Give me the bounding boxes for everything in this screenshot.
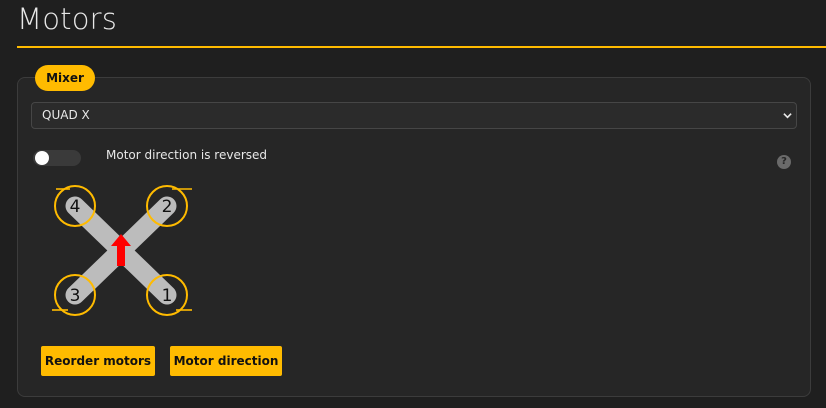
motor-direction-reversed-toggle[interactable] bbox=[33, 150, 81, 166]
mixer-section-label: Mixer bbox=[35, 65, 95, 91]
reorder-motors-button[interactable]: Reorder motors bbox=[41, 346, 155, 376]
motor-direction-reversed-label: Motor direction is reversed bbox=[106, 148, 268, 162]
page-title: Motors bbox=[17, 2, 118, 36]
motor-direction-button[interactable]: Motor direction bbox=[170, 346, 282, 376]
motor-number: 4 bbox=[70, 197, 81, 217]
motor-number: 3 bbox=[70, 286, 81, 306]
chevron-down-icon bbox=[783, 113, 792, 119]
help-icon[interactable]: ? bbox=[777, 155, 791, 169]
motor-4: 4 bbox=[54, 185, 96, 227]
toggle-knob bbox=[35, 151, 49, 165]
motor-number: 1 bbox=[162, 286, 173, 306]
mixer-select-value: QUAD X bbox=[42, 108, 90, 122]
mixer-type-select[interactable]: QUAD X bbox=[31, 102, 797, 129]
title-divider bbox=[17, 46, 826, 48]
quad-x-diagram: 4 2 3 1 bbox=[52, 185, 192, 316]
motor-number: 2 bbox=[162, 197, 173, 217]
